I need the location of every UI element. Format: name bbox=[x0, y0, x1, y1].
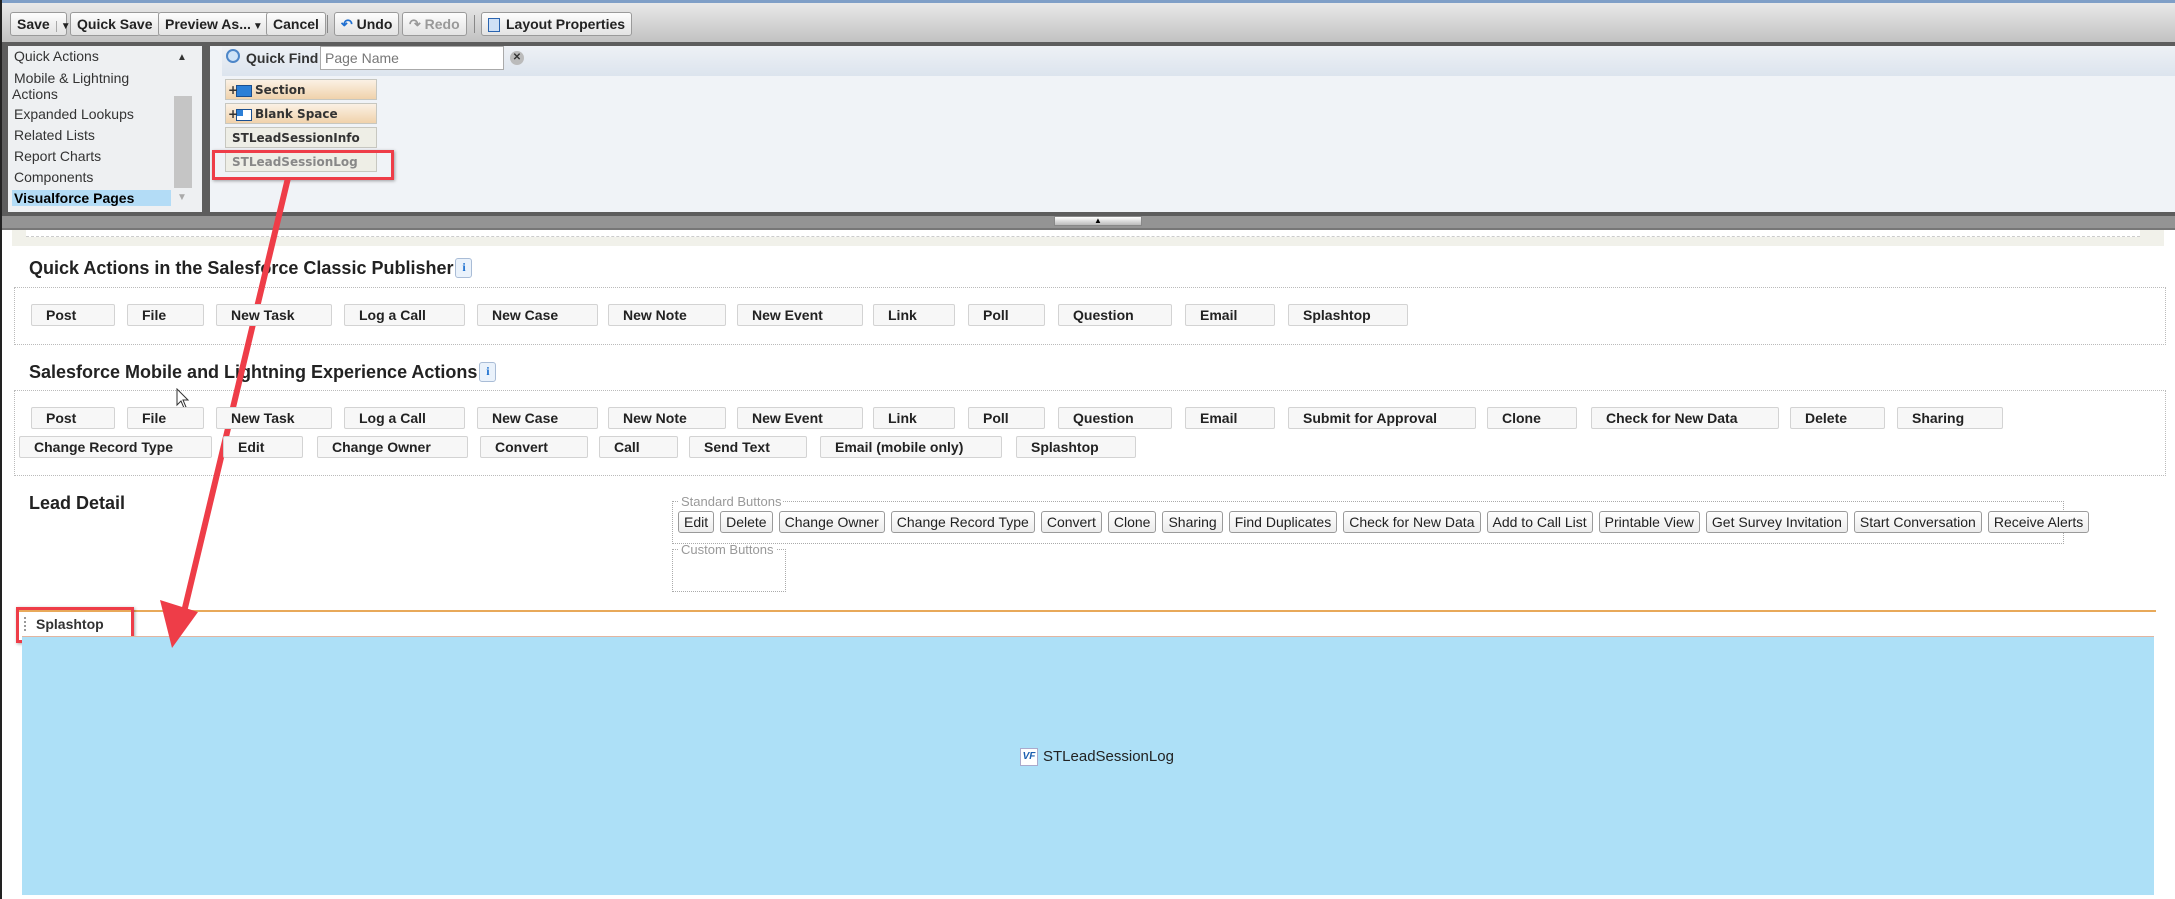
quick-action-button[interactable]: Log a Call bbox=[344, 304, 465, 326]
mobile-action-button[interactable]: New Note bbox=[608, 407, 726, 429]
mobile-action-button[interactable]: Convert bbox=[480, 436, 588, 458]
quick-action-button[interactable]: New Note bbox=[608, 304, 726, 326]
mobile-action-button[interactable]: Log a Call bbox=[344, 407, 465, 429]
arrow-head bbox=[160, 600, 198, 648]
mobile-action-button[interactable]: Edit bbox=[223, 436, 303, 458]
quick-action-button[interactable]: New Event bbox=[737, 304, 863, 326]
mobile-action-button[interactable]: Email bbox=[1185, 407, 1275, 429]
mobile-action-button[interactable]: New Case bbox=[477, 407, 598, 429]
mobile-action-button[interactable]: New Event bbox=[737, 407, 863, 429]
quick-action-button[interactable]: Post bbox=[31, 304, 115, 326]
mobile-action-button[interactable]: Question bbox=[1058, 407, 1172, 429]
mobile-action-button[interactable]: Submit for Approval bbox=[1288, 407, 1476, 429]
mobile-action-button[interactable]: Sharing bbox=[1897, 407, 2003, 429]
quick-action-button[interactable]: Poll bbox=[968, 304, 1045, 326]
mobile-action-button[interactable]: Change Owner bbox=[317, 436, 468, 458]
mobile-action-button[interactable]: Email (mobile only) bbox=[820, 436, 1002, 458]
quick-action-button[interactable]: New Task bbox=[216, 304, 332, 326]
mobile-action-button[interactable]: Send Text bbox=[689, 436, 807, 458]
mobile-action-button[interactable]: Poll bbox=[968, 407, 1045, 429]
quick-action-button[interactable]: New Case bbox=[477, 304, 598, 326]
mobile-action-button[interactable]: Call bbox=[599, 436, 678, 458]
mobile-action-button[interactable]: New Task bbox=[216, 407, 332, 429]
mobile-action-button[interactable]: Change Record Type bbox=[19, 436, 212, 458]
mobile-action-button[interactable]: Post bbox=[31, 407, 115, 429]
mobile-action-button[interactable]: Splashtop bbox=[1016, 436, 1136, 458]
mobile-action-button[interactable]: Link bbox=[873, 407, 955, 429]
mobile-action-button[interactable]: File bbox=[127, 407, 204, 429]
mobile-action-button[interactable]: Delete bbox=[1790, 407, 1885, 429]
mobile-action-button[interactable]: Clone bbox=[1487, 407, 1577, 429]
quick-action-button[interactable]: Link bbox=[873, 304, 955, 326]
arrow-shaft bbox=[181, 177, 291, 613]
quick-action-button[interactable]: File bbox=[127, 304, 204, 326]
quick-action-button[interactable]: Email bbox=[1185, 304, 1275, 326]
quick-action-button[interactable]: Question bbox=[1058, 304, 1172, 326]
mobile-action-button[interactable]: Check for New Data bbox=[1591, 407, 1779, 429]
quick-action-button[interactable]: Splashtop bbox=[1288, 304, 1408, 326]
